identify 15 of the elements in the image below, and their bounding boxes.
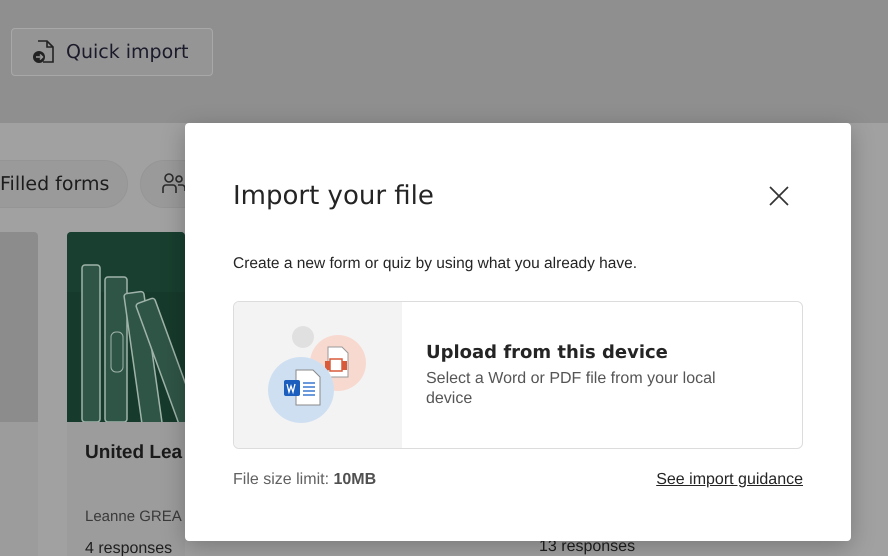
option-description: Select a Word or PDF file from your local device [426, 369, 717, 409]
form-card[interactable]: United Lea Leanne GREA 4 responses [67, 232, 185, 556]
close-icon [769, 186, 789, 206]
response-count: 4 responses [85, 540, 172, 556]
quick-import-button[interactable]: Quick import [11, 28, 213, 76]
upload-option[interactable]: Upload from this device Select a Word or PDF file from your local device [233, 301, 803, 449]
form-owner: Leanne GREA [85, 508, 182, 527]
dialog-description: Create a new form or quiz by using what you already have. [233, 255, 638, 273]
form-title: United Lea [85, 442, 182, 465]
import-guidance-link[interactable]: See import guidance [656, 471, 803, 489]
file-size-limit: File size limit: 10MB [233, 471, 376, 489]
dialog-title: Import your file [233, 181, 434, 211]
file-import-icon [32, 39, 56, 65]
option-title: Upload from this device [426, 342, 669, 363]
filter-chip[interactable]: Filled forms [0, 160, 128, 208]
